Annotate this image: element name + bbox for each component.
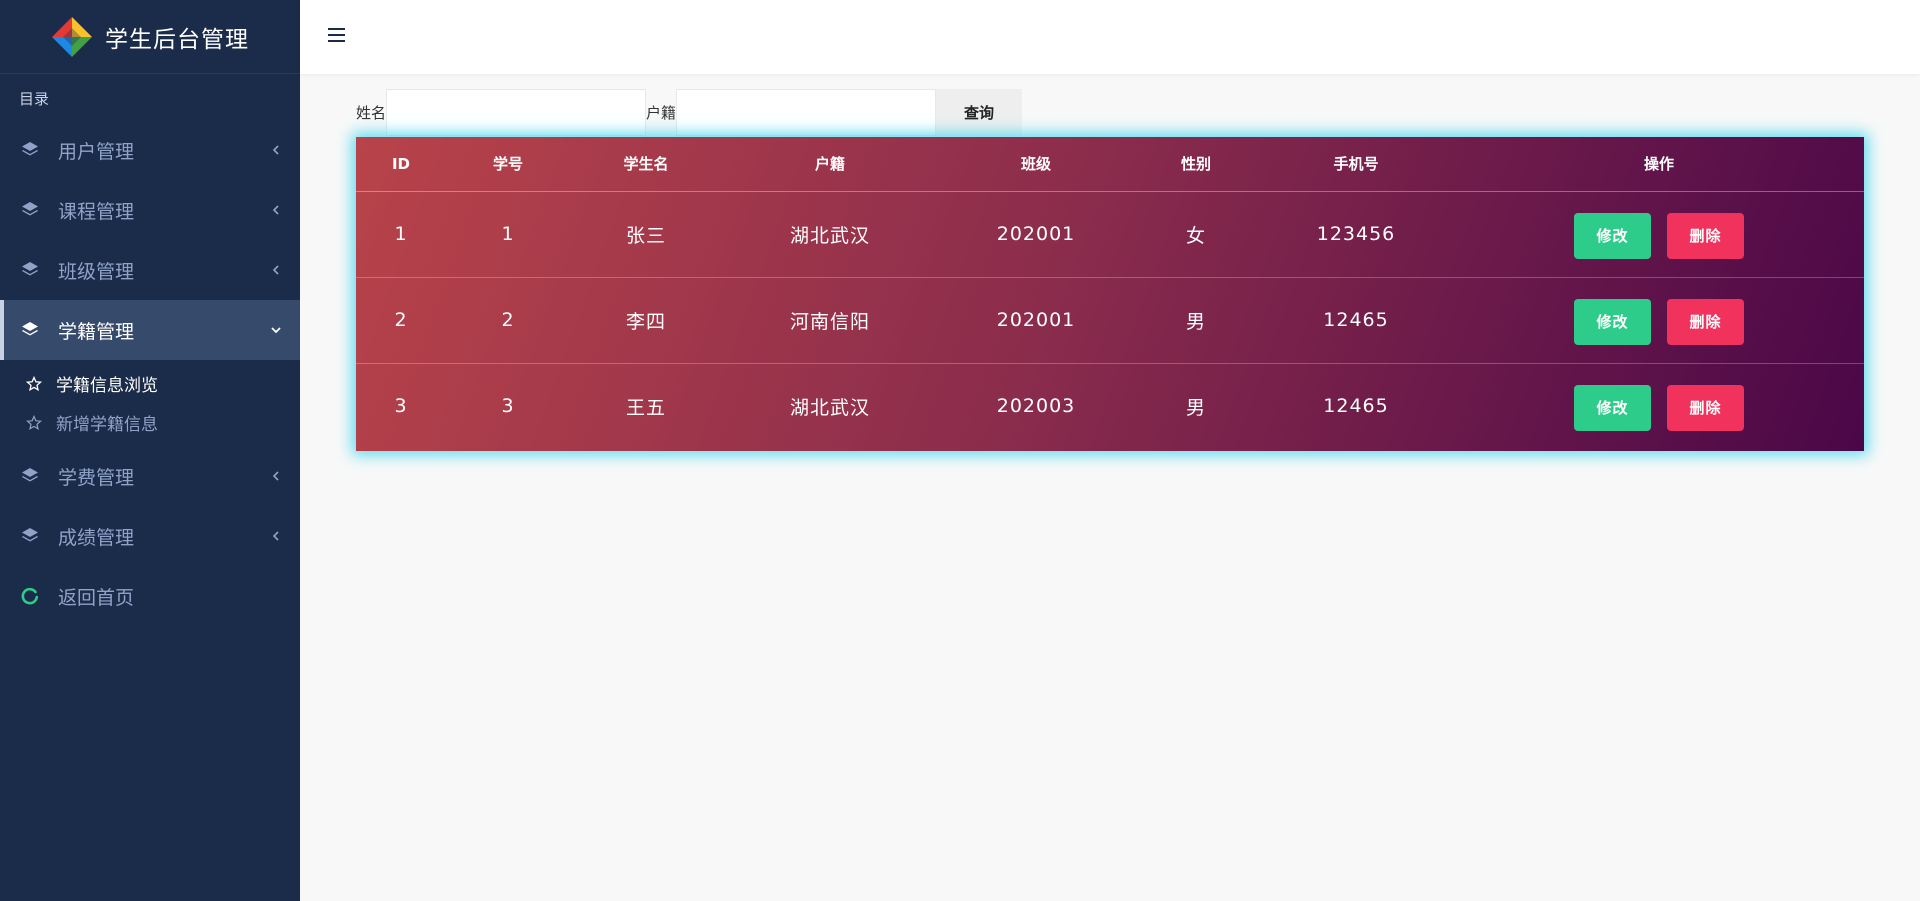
- layers-icon: [22, 202, 38, 216]
- sidebar-item-classes[interactable]: 班级管理: [0, 240, 300, 300]
- chevron-left-icon: [272, 471, 279, 481]
- sidebar-item-label: 课程管理: [58, 200, 135, 223]
- sidebar-item-label: 返回首页: [58, 586, 135, 609]
- chevron-left-icon: [272, 145, 279, 155]
- cell-gender: 女: [1134, 191, 1258, 278]
- student-table-container: ID 学号 学生名 户籍 班级 性别 手机号 操作 1 1 张三 湖北武汉 20…: [356, 137, 1864, 451]
- sub-item-browse-records[interactable]: 学籍信息浏览: [0, 364, 300, 403]
- cell-actions: 修改 删除: [1454, 277, 1864, 364]
- cell-gender: 男: [1134, 277, 1258, 364]
- cell-phone: 12465: [1258, 277, 1454, 364]
- cell-actions: 修改 删除: [1454, 363, 1864, 449]
- column-header: 学号: [446, 137, 570, 192]
- chevron-left-icon: [272, 265, 279, 275]
- cell-hukou: 湖北武汉: [722, 191, 938, 278]
- app-logo-icon: [52, 16, 92, 57]
- cell-phone: 12465: [1323, 395, 1389, 418]
- sub-item-label: 新增学籍信息: [56, 415, 158, 435]
- sub-item-label: 学籍信息浏览: [56, 376, 158, 396]
- brand[interactable]: 学生后台管理: [0, 0, 300, 74]
- cell-student-name: 李四: [570, 277, 722, 364]
- name-label: 姓名: [356, 104, 387, 122]
- sidebar-item-label: 成绩管理: [58, 526, 135, 549]
- table-row: 1 1 张三 湖北武汉 202001 女 123456 修改 删除: [356, 191, 1864, 278]
- cell-student-name: 张三: [570, 191, 722, 278]
- cell-student-no: 3: [501, 395, 515, 418]
- cell-hukou: 河南信阳: [722, 277, 938, 364]
- column-header: 操作: [1454, 137, 1864, 192]
- layers-icon: [22, 262, 38, 276]
- search-bar: 姓名 户籍 查询: [356, 89, 1023, 136]
- sidebar: 学生后台管理 目录 用户管理 课程管理 班级管理 学籍管理 学籍信息浏览 新增学…: [0, 0, 300, 901]
- chevron-left-icon: [272, 531, 279, 541]
- column-header: ID: [356, 137, 446, 192]
- refresh-icon: [21, 587, 39, 605]
- star-icon: [26, 375, 42, 391]
- menu-toggle-icon[interactable]: [327, 25, 347, 45]
- brand-title: 学生后台管理: [105, 26, 249, 53]
- cell-hukou: 湖北武汉: [789, 396, 870, 419]
- sidebar-item-label: 学籍管理: [58, 320, 135, 343]
- column-header: 户籍: [722, 137, 938, 192]
- table-row: 3 3 王五 湖北武汉 202003 男 12465 修改 删除: [356, 363, 1864, 449]
- sidebar-item-courses[interactable]: 课程管理: [0, 180, 300, 240]
- cell-phone: 123456: [1258, 191, 1454, 278]
- table-header-row: ID 学号 学生名 户籍 班级 性别 手机号 操作: [356, 137, 1864, 192]
- layers-icon: [22, 468, 38, 482]
- cell-id: 1: [356, 191, 446, 278]
- student-table: ID 学号 学生名 户籍 班级 性别 手机号 操作 1 1 张三 湖北武汉 20…: [356, 137, 1864, 449]
- star-icon: [26, 414, 42, 430]
- cell-student-no: 1: [446, 191, 570, 278]
- chevron-down-icon: [271, 327, 281, 334]
- sidebar-item-student-records[interactable]: 学籍管理: [0, 300, 300, 360]
- table-row: 2 2 李四 河南信阳 202001 男 12465 修改 删除: [356, 277, 1864, 364]
- sidebar-item-label: 用户管理: [58, 140, 135, 163]
- column-header: 班级: [938, 137, 1134, 192]
- sidebar-item-label: 学费管理: [58, 466, 135, 489]
- sub-item-add-record[interactable]: 新增学籍信息: [0, 403, 300, 442]
- cell-class: 202001: [938, 277, 1134, 364]
- cell-class: 202001: [938, 191, 1134, 278]
- cell-gender: 男: [1185, 396, 1206, 419]
- submenu-student-records: 学籍信息浏览 新增学籍信息: [0, 360, 300, 446]
- top-bar: [300, 0, 1920, 74]
- cell-id: 2: [356, 277, 446, 364]
- query-button[interactable]: 查询: [936, 89, 1023, 136]
- cell-student-no: 2: [446, 277, 570, 364]
- edit-button[interactable]: 修改: [1574, 212, 1651, 259]
- hukou-label: 户籍: [646, 104, 677, 122]
- chevron-left-icon: [272, 205, 279, 215]
- edit-button[interactable]: 修改: [1574, 298, 1651, 345]
- cell-class: 202003: [996, 395, 1076, 418]
- section-label: 目录: [19, 90, 50, 108]
- cell-student-name: 王五: [625, 396, 666, 419]
- layers-icon: [22, 528, 38, 542]
- sidebar-item-users[interactable]: 用户管理: [0, 120, 300, 180]
- sidebar-item-tuition[interactable]: 学费管理: [0, 446, 300, 506]
- sidebar-item-home[interactable]: 返回首页: [0, 566, 300, 626]
- cell-id: 3: [394, 395, 408, 418]
- delete-button[interactable]: 删除: [1667, 298, 1744, 345]
- hukou-input[interactable]: [676, 89, 937, 136]
- column-header: 性别: [1134, 137, 1258, 192]
- layers-icon: [22, 142, 38, 156]
- layers-icon: [22, 322, 38, 336]
- column-header: 学生名: [570, 137, 722, 192]
- cell-actions: 修改 删除: [1454, 191, 1864, 278]
- sidebar-item-grades[interactable]: 成绩管理: [0, 506, 300, 566]
- sidebar-item-label: 班级管理: [58, 260, 135, 283]
- delete-button[interactable]: 删除: [1667, 384, 1744, 431]
- name-input[interactable]: [386, 89, 647, 136]
- column-header: 手机号: [1258, 137, 1454, 192]
- delete-button[interactable]: 删除: [1667, 212, 1744, 259]
- edit-button[interactable]: 修改: [1574, 384, 1651, 431]
